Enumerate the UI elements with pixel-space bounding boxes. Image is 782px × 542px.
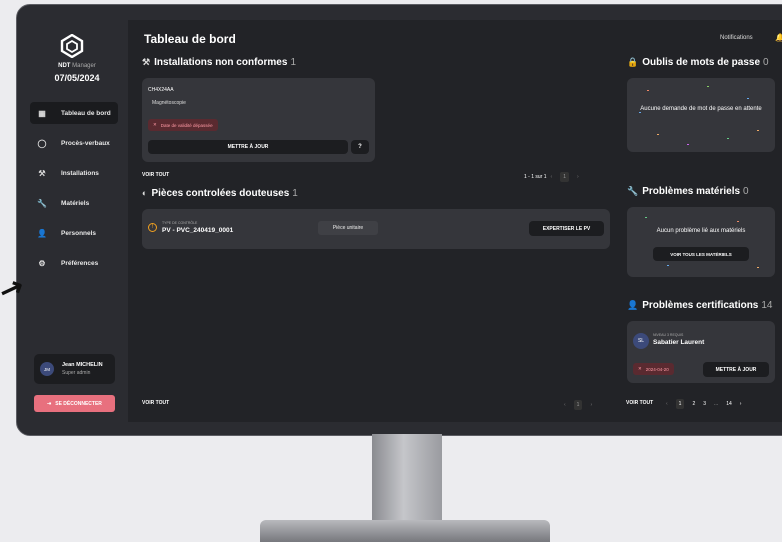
logout-button[interactable]: ⇥ SE DÉCONNECTER [34,395,115,412]
sidebar-item-materials[interactable]: 🔧 Matériels [30,192,118,214]
certifications-see-all-link[interactable]: VOIR TOUT [626,400,653,406]
app-screen: NDT Manager 07/05/2024 ▦ Tableau de bord … [26,20,782,422]
person-icon: 👤 [627,300,639,310]
avatar: SL [633,333,649,349]
installations-count: 1 [290,57,296,68]
current-date: 07/05/2024 [54,73,100,83]
passwords-count: 0 [763,57,769,68]
logo-icon [60,34,84,58]
see-all-materials-button[interactable]: VOIR TOUS LES MATÉRIELS [653,247,749,261]
installation-icon: ⚒ [142,57,151,67]
certifications-section-title: 👤 Problèmes certifications 14 [627,300,773,311]
sidebar-item-label: Tableau de bord [61,109,111,117]
pieces-section-title: ◐ Pièces controlées douteuses 1 [142,188,298,199]
validity-alert-badge: ✕ Date de validité dépassée [148,119,218,131]
dashboard-icon: ▦ [38,108,46,118]
person-icon: 👤 [37,228,47,238]
installation-card: CH4X24AA Magnétoscopie ✕ Date de validité… [142,78,375,162]
installations-see-all-link[interactable]: VOIR TOUT [142,172,169,178]
monitor-stand-foot [260,520,550,542]
page-button[interactable]: 1 [573,400,583,410]
lock-icon: 🔒 [627,57,639,67]
close-icon: ✕ [153,122,157,127]
certifications-count: 14 [761,300,773,311]
chevron-left-icon[interactable]: ‹ [551,174,553,180]
sidebar: NDT Manager 07/05/2024 ▦ Tableau de bord … [26,20,128,422]
logout-icon: ⇥ [47,400,52,407]
page-button[interactable]: 2 [692,401,695,407]
installations-pagination: 1 - 1 sur 1 ‹ 1 › [524,172,583,182]
required-level-label: NIVEAU 3 REQUIS [653,333,684,337]
user-role: Super admin [62,370,91,376]
page-button[interactable]: 1 [675,399,685,409]
materials-count: 0 [743,186,749,197]
circle-icon: ◯ [37,138,47,148]
materials-empty-message: Aucun problème lié aux matériels [656,228,746,234]
sidebar-nav: ▦ Tableau de bord ◯ Procès-verbaux ⚒ Instal… [26,102,128,282]
pagination-text: 1 - 1 sur 1 [524,174,547,180]
pieces-count: 1 [292,188,298,199]
sidebar-item-preferences[interactable]: ⚙ Préférences [30,252,118,274]
update-certification-button[interactable]: METTRE À JOUR [703,362,769,377]
certifications-pagination: ‹ 1 2 3 ... 14 › [662,399,745,409]
wrench-icon: 🔧 [37,198,47,208]
page-button[interactable]: 3 [703,401,706,407]
installation-icon: ⚒ [38,168,46,178]
sidebar-item-reports[interactable]: ◯ Procès-verbaux [30,132,118,154]
sidebar-item-label: Personnels [61,229,97,237]
monitor-stand-neck [372,434,442,526]
passwords-card: Aucune demande de mot de passe en attent… [627,78,775,152]
sidebar-item-personnel[interactable]: 👤 Personnels [30,222,118,244]
chevron-left-icon[interactable]: ‹ [564,402,566,408]
expiry-date-badge: ✕ 2024-04-20 [633,363,674,375]
sidebar-item-label: Préférences [61,259,99,267]
sidebar-item-dashboard[interactable]: ▦ Tableau de bord [30,102,118,124]
expertise-report-button[interactable]: EXPERTISER LE PV [529,221,604,236]
logout-label: SE DÉCONNECTER [55,400,102,407]
wrench-icon: 🔧 [627,186,639,196]
sidebar-item-label: Installations [61,169,99,177]
passwords-empty-message: Aucune demande de mot de passe en attent… [640,106,762,112]
control-type-label: TYPE DE CONTRÔLE [162,221,198,225]
person-name: Sabatier Laurent [653,339,705,346]
pieces-pagination: ‹ 1 › [560,400,596,410]
app-name: NDT Manager [58,63,96,69]
notifications-link[interactable]: Notifications [720,35,753,41]
bell-icon[interactable]: 🔔 [775,33,782,42]
avatar: JM [40,362,54,376]
sidebar-item-label: Matériels [61,199,90,207]
gear-icon: ⚙ [38,258,46,268]
piece-card: ! TYPE DE CONTRÔLE PV - PVC_240419_0001 … [142,209,610,249]
sidebar-item-installations[interactable]: ⚒ Installations [30,162,118,184]
installation-id: CH4X24AA [148,87,174,93]
pieces-see-all-link[interactable]: VOIR TOUT [142,400,169,406]
page-ellipsis: ... [714,401,719,407]
chevron-right-icon[interactable]: › [590,402,592,408]
user-card[interactable]: JM Jean MICHELIN Super admin [34,354,115,384]
piece-type-badge: Pièce unitaire [318,221,378,235]
close-icon: ✕ [638,366,642,371]
sidebar-item-label: Procès-verbaux [61,139,110,147]
installation-method: Magnétoscopie [152,100,186,106]
chevron-left-icon[interactable]: ‹ [666,401,668,407]
user-name: Jean MICHELIN [62,362,103,368]
materials-section-title: 🔧 Problèmes matériels 0 [627,186,749,197]
page-button[interactable]: 1 [560,172,569,182]
certification-card: SL NIVEAU 3 REQUIS Sabatier Laurent ✕ 202… [627,321,775,383]
materials-card: Aucun problème lié aux matériels VOIR TO… [627,207,775,277]
update-installation-button[interactable]: METTRE À JOUR [148,140,348,154]
help-icon[interactable]: ? [351,140,369,154]
page-title: Tableau de bord [144,32,236,46]
installations-section-title: ⚒ Installations non conformes 1 [142,57,296,68]
toggle-icon: ◐ [142,188,148,198]
passwords-section-title: 🔒 Oublis de mots de passe 0 [627,57,769,68]
warning-icon: ! [148,223,157,232]
page-button[interactable]: 14 [726,401,732,407]
chevron-right-icon[interactable]: › [577,174,579,180]
chevron-right-icon[interactable]: › [740,401,742,407]
report-name: PV - PVC_240419_0001 [162,227,234,234]
